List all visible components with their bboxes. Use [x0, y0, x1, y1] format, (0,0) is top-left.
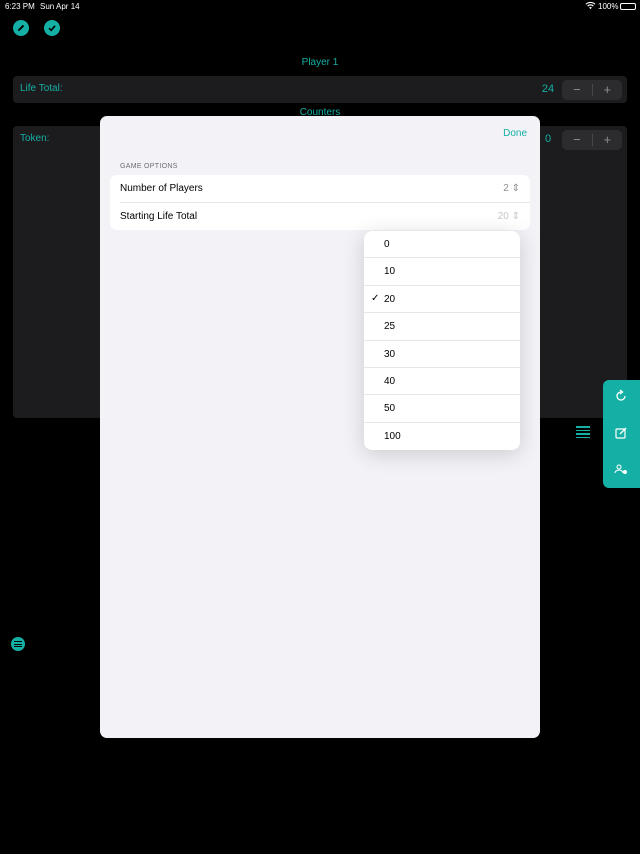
reset-icon[interactable] [614, 389, 628, 403]
starting-life-label: Starting Life Total [120, 211, 198, 222]
starting-life-value[interactable]: 20 ⇕ [498, 211, 520, 222]
pencil-icon [18, 24, 25, 31]
life-increment-button[interactable]: + [593, 80, 623, 100]
dropdown-option[interactable]: 10 [364, 258, 520, 286]
dropdown-option[interactable]: 40 [364, 368, 520, 396]
list-icon[interactable] [576, 426, 590, 438]
edit-note-icon[interactable] [614, 426, 628, 440]
token-stepper[interactable]: − + [562, 130, 622, 150]
life-stepper[interactable]: − + [562, 80, 622, 100]
dropdown-option[interactable]: 25 [364, 313, 520, 341]
status-time: 6:23 PM [5, 2, 35, 11]
life-total-row: Life Total: 24 − + [13, 76, 627, 103]
battery-icon [620, 3, 636, 10]
edit-pencil-button[interactable] [13, 20, 29, 36]
dropdown-option-selected[interactable]: ✓ 20 [364, 286, 520, 314]
life-decrement-button[interactable]: − [562, 80, 592, 100]
dropdown-option[interactable]: 30 [364, 341, 520, 368]
life-total-value: 24 [541, 83, 555, 95]
token-increment-button[interactable]: + [593, 130, 623, 150]
dropdown-option[interactable]: 0 [364, 231, 520, 259]
chevron-up-down-icon: ⇕ [511, 211, 520, 222]
dropdown-option[interactable]: 100 [364, 423, 520, 450]
battery-percentage: 100% [598, 2, 619, 11]
starting-life-row[interactable]: Starting Life Total 20 ⇕ [110, 203, 530, 230]
number-of-players-value[interactable]: 2 ⇕ [503, 183, 520, 194]
status-bar: 6:23 PM Sun Apr 14 100% [0, 0, 640, 14]
done-button[interactable]: Done [503, 128, 527, 139]
status-date: Sun Apr 14 [40, 2, 80, 11]
token-decrement-button[interactable]: − [562, 130, 592, 150]
chevron-up-down-icon: ⇕ [511, 183, 520, 194]
players-settings-icon[interactable] [614, 462, 628, 476]
player-title: Player 1 [301, 57, 339, 68]
number-of-players-label: Number of Players [120, 183, 203, 194]
checkmark-icon [48, 25, 56, 32]
dropdown-option[interactable]: 50 [364, 395, 520, 423]
token-label: Token: [20, 133, 50, 144]
confirm-button[interactable] [44, 20, 60, 36]
life-total-dropdown: 0 10 ✓ 20 25 30 40 50 100 [364, 231, 520, 450]
options-group: Number of Players 2 ⇕ Starting Life Tota… [110, 175, 530, 230]
wifi-icon [585, 1, 596, 10]
section-header: GAME OPTIONS [120, 163, 178, 170]
checkmark-icon: ✓ [371, 292, 380, 304]
menu-button[interactable] [11, 637, 25, 651]
side-action-panel [603, 380, 640, 488]
number-of-players-row[interactable]: Number of Players 2 ⇕ [110, 175, 530, 202]
life-total-label: Life Total: [20, 83, 63, 94]
